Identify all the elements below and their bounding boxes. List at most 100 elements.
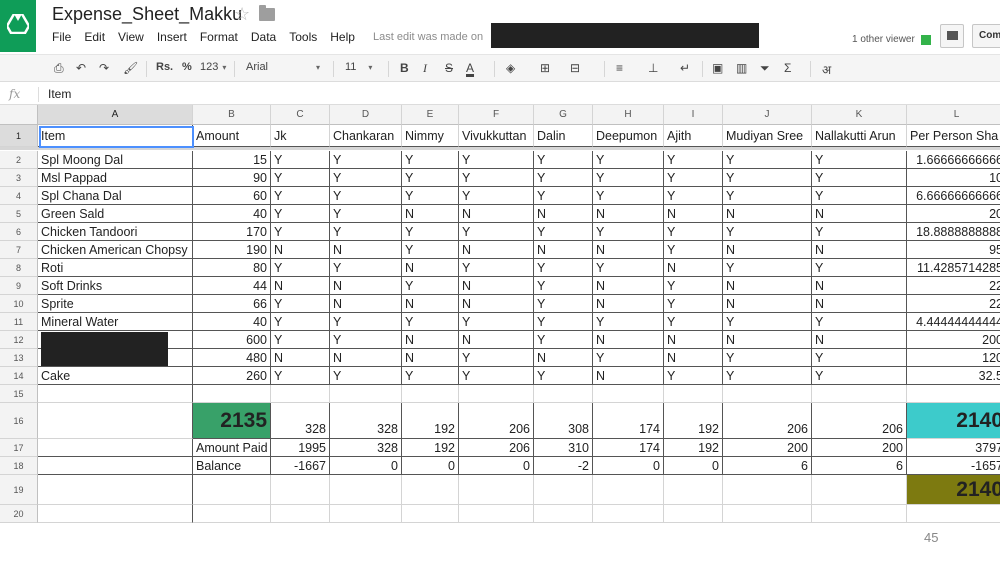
row-header[interactable]: 11 <box>0 313 38 331</box>
participation-cell[interactable]: N <box>723 241 812 259</box>
share-cell[interactable]: 32.5 <box>907 367 1000 385</box>
amount-paid-cell[interactable]: 200 <box>723 439 812 457</box>
italic-button[interactable]: I <box>423 61 427 76</box>
balance-cell[interactable]: 0 <box>402 457 459 475</box>
paint-format-icon[interactable]: 🖌 <box>123 61 138 75</box>
amount-cell[interactable]: 60 <box>193 187 271 205</box>
participation-cell[interactable]: Y <box>330 367 402 385</box>
chat-button[interactable] <box>940 24 964 48</box>
amount-cell[interactable]: 170 <box>193 223 271 241</box>
insert-chart-icon[interactable]: ▥ <box>736 61 747 75</box>
participation-cell[interactable]: Y <box>723 223 812 241</box>
participation-cell[interactable]: Y <box>271 151 330 169</box>
header-cell[interactable]: Chankaran <box>330 125 402 147</box>
empty-cell[interactable] <box>193 505 271 523</box>
row-header[interactable]: 2 <box>0 151 38 169</box>
participation-cell[interactable]: Y <box>664 151 723 169</box>
participation-cell[interactable]: Y <box>664 367 723 385</box>
participation-cell[interactable]: N <box>402 259 459 277</box>
functions-button[interactable]: Σ <box>784 61 791 75</box>
participation-cell[interactable]: N <box>812 331 907 349</box>
item-name-cell[interactable]: Chicken American Chopsy <box>38 241 193 259</box>
empty-cell[interactable] <box>907 385 1000 403</box>
empty-cell[interactable] <box>593 505 664 523</box>
person-total-cell[interactable]: 192 <box>664 403 723 439</box>
participation-cell[interactable]: Y <box>330 205 402 223</box>
amount-cell[interactable]: 190 <box>193 241 271 259</box>
formula-input[interactable]: Item <box>48 87 71 101</box>
participation-cell[interactable]: Y <box>723 187 812 205</box>
amount-cell[interactable]: 260 <box>193 367 271 385</box>
balance-cell[interactable] <box>38 457 193 475</box>
strikethrough-button[interactable]: S <box>445 61 453 75</box>
person-total-cell[interactable]: 174 <box>593 403 664 439</box>
participation-cell[interactable]: Y <box>271 259 330 277</box>
amount-paid-cell[interactable]: 192 <box>402 439 459 457</box>
balance-label[interactable]: Balance <box>193 457 271 475</box>
row-header[interactable]: 20 <box>0 505 38 523</box>
participation-cell[interactable]: Y <box>534 277 593 295</box>
participation-cell[interactable]: N <box>534 241 593 259</box>
participation-cell[interactable]: N <box>593 205 664 223</box>
column-header[interactable]: A <box>38 105 193 125</box>
participation-cell[interactable]: Y <box>812 349 907 367</box>
last-edit-link[interactable]: Last edit was made on <box>373 31 483 43</box>
participation-cell[interactable]: N <box>534 349 593 367</box>
participation-cell[interactable]: Y <box>402 223 459 241</box>
select-all-corner[interactable] <box>0 105 38 125</box>
folder-icon[interactable] <box>259 5 275 21</box>
participation-cell[interactable]: N <box>330 349 402 367</box>
empty-cell[interactable] <box>271 505 330 523</box>
participation-cell[interactable]: N <box>271 277 330 295</box>
amount-paid-cell[interactable]: 328 <box>330 439 402 457</box>
item-name-cell[interactable]: Green Sald <box>38 205 193 223</box>
menu-help[interactable]: Help <box>330 30 355 44</box>
amount-cell[interactable]: 15 <box>193 151 271 169</box>
row-header[interactable]: 4 <box>0 187 38 205</box>
empty-cell[interactable] <box>330 385 402 403</box>
balance-cell[interactable]: 0 <box>459 457 534 475</box>
grand-total-cell[interactable]: 2140 <box>907 475 1000 505</box>
row-header[interactable]: 18 <box>0 457 38 475</box>
amount-paid-cell[interactable]: 174 <box>593 439 664 457</box>
row-header[interactable]: 3 <box>0 169 38 187</box>
share-cell[interactable]: 20 <box>907 205 1000 223</box>
row-header[interactable]: 13 <box>0 349 38 367</box>
balance-cell[interactable]: 6 <box>723 457 812 475</box>
amount-cell[interactable]: 90 <box>193 169 271 187</box>
person-total-cell[interactable]: 206 <box>723 403 812 439</box>
participation-cell[interactable]: Y <box>402 313 459 331</box>
participation-cell[interactable]: Y <box>812 187 907 205</box>
participation-cell[interactable]: Y <box>402 367 459 385</box>
frozen-row-divider[interactable] <box>0 147 1000 150</box>
share-cell[interactable]: 120 <box>907 349 1000 367</box>
participation-cell[interactable]: Y <box>459 313 534 331</box>
participation-cell[interactable]: N <box>593 331 664 349</box>
comments-button[interactable]: Com <box>972 24 1000 48</box>
bold-button[interactable]: B <box>400 61 409 75</box>
menu-file[interactable]: File <box>52 30 71 44</box>
amount-paid-label[interactable]: Amount Paid <box>193 439 271 457</box>
participation-cell[interactable]: N <box>723 331 812 349</box>
column-header[interactable]: I <box>664 105 723 125</box>
participation-cell[interactable]: N <box>330 241 402 259</box>
participation-cell[interactable]: N <box>664 349 723 367</box>
participation-cell[interactable]: Y <box>402 277 459 295</box>
empty-cell[interactable] <box>38 505 193 523</box>
participation-cell[interactable]: N <box>402 331 459 349</box>
column-header[interactable]: E <box>402 105 459 125</box>
participation-cell[interactable]: Y <box>664 241 723 259</box>
amount-paid-cell[interactable] <box>38 439 193 457</box>
participation-cell[interactable]: N <box>664 331 723 349</box>
row-header[interactable]: 1 <box>0 125 38 147</box>
empty-cell[interactable] <box>534 385 593 403</box>
total-amount-cell[interactable]: 2135 <box>193 403 271 439</box>
align-left-icon[interactable]: ≡ <box>616 61 623 75</box>
empty-cell[interactable] <box>271 475 330 505</box>
empty-cell[interactable] <box>723 385 812 403</box>
item-name-cell[interactable]: Cake <box>38 367 193 385</box>
participation-cell[interactable]: Y <box>330 259 402 277</box>
item-name-cell[interactable]: Roti <box>38 259 193 277</box>
participation-cell[interactable]: N <box>812 277 907 295</box>
item-name-cell[interactable]: Chicken Tandoori <box>38 223 193 241</box>
